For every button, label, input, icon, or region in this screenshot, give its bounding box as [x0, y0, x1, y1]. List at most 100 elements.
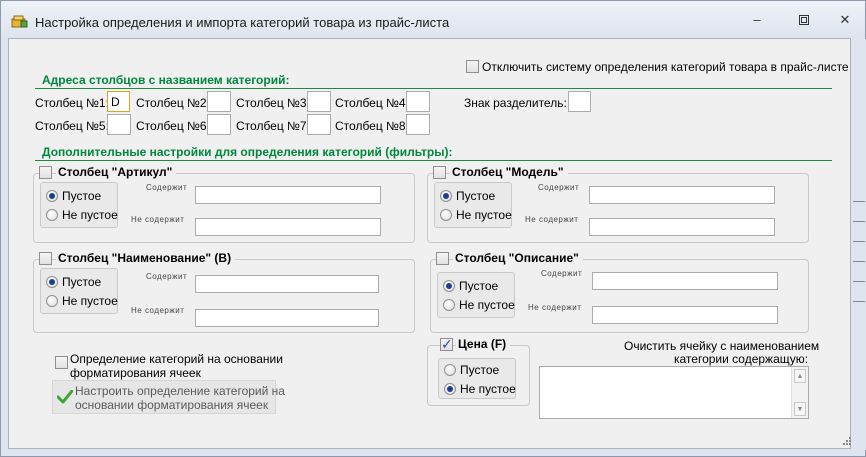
description-contains-label: Содержит: [541, 269, 583, 278]
description-empty-label: Пустое: [459, 279, 499, 293]
model-empty-label: Пустое: [456, 189, 496, 203]
resize-grip-icon[interactable]: [843, 437, 851, 445]
column-5-input[interactable]: [107, 114, 131, 135]
column-3-label: Столбец №3:: [236, 96, 310, 110]
column-1-label: Столбец №1:: [35, 96, 109, 110]
price-not-empty-label: Не пустое: [460, 382, 516, 396]
article-contains-label: Содержит: [146, 183, 188, 192]
name-not-empty-radio[interactable]: [46, 295, 58, 307]
model-filter-title: Столбец "Модель": [450, 165, 568, 179]
separator-input[interactable]: [568, 91, 591, 112]
column-7-input[interactable]: [307, 114, 331, 135]
name-contains-input[interactable]: [195, 275, 379, 293]
column-6-label: Столбец №6:: [136, 119, 210, 133]
column-3-input[interactable]: [307, 91, 331, 112]
article-empty-radio[interactable]: [46, 190, 58, 202]
frame-tick: [853, 301, 865, 302]
filters-section-header: Дополнительные настройки для определения…: [42, 145, 453, 159]
name-not-empty-label: Не пустое: [62, 294, 118, 308]
price-radio-group: Пустое Не пустое: [438, 358, 516, 399]
article-filter-title: Столбец "Артикул": [56, 165, 177, 179]
column-8-label: Столбец №8:: [335, 119, 409, 133]
price-filter-title: Цена (F): [456, 337, 511, 351]
frame-tick: [853, 261, 865, 262]
minimize-icon[interactable]: –: [748, 12, 766, 28]
name-filter-title: Столбец "Наименование" (B): [56, 251, 236, 265]
clear-cell-label-line1: Очистить ячейку с наименованием: [624, 339, 820, 353]
frame-tick: [853, 221, 865, 222]
formatting-checkbox[interactable]: [55, 356, 68, 369]
right-frame-strip: [852, 39, 866, 450]
article-not-contains-input[interactable]: [195, 218, 381, 236]
model-not-empty-radio[interactable]: [440, 209, 452, 221]
app-icon: [11, 15, 28, 28]
article-empty-label: Пустое: [62, 189, 102, 203]
column-1-input[interactable]: D: [107, 91, 130, 112]
columns-section-divider: [35, 88, 832, 89]
scroll-down-icon[interactable]: ▼: [794, 402, 806, 416]
name-not-contains-input[interactable]: [195, 309, 379, 327]
model-empty-radio[interactable]: [440, 190, 452, 202]
filters-section-divider: [35, 160, 832, 161]
article-not-contains-label: Не содержит: [131, 215, 185, 224]
column-6-input[interactable]: [207, 114, 231, 135]
model-not-contains-input[interactable]: [589, 218, 775, 236]
price-empty-label: Пустое: [460, 363, 500, 377]
article-not-empty-radio[interactable]: [46, 209, 58, 221]
title-bar[interactable]: Настройка определения и импорта категори…: [1, 1, 865, 39]
column-5-label: Столбец №5:: [35, 119, 109, 133]
column-4-label: Столбец №4:: [335, 96, 409, 110]
description-not-contains-label: Не содержит: [528, 303, 582, 312]
column-4-input[interactable]: [406, 91, 430, 112]
configure-formatting-line2: основании форматирования ячеек: [75, 398, 269, 412]
frame-tick: [853, 241, 865, 242]
model-not-empty-label: Не пустое: [456, 208, 512, 222]
restore-icon[interactable]: [795, 12, 813, 28]
description-not-contains-input[interactable]: [592, 306, 778, 324]
column-2-label: Столбец №2:: [136, 96, 210, 110]
clear-cell-textarea[interactable]: ▲ ▼: [539, 366, 809, 419]
close-icon[interactable]: ✕: [836, 12, 854, 28]
article-radio-group: Пустое Не пустое: [40, 182, 118, 228]
formatting-label-line1: Определение категорий на основании: [70, 352, 283, 366]
price-empty-radio[interactable]: [444, 364, 456, 376]
name-radio-group: Пустое Не пустое: [40, 268, 118, 314]
model-filter-checkbox[interactable]: [433, 166, 446, 179]
scroll-up-icon[interactable]: ▲: [794, 369, 806, 383]
model-contains-label: Содержит: [538, 183, 580, 192]
description-radio-group: Пустое Не пустое: [437, 272, 515, 318]
disable-system-checkbox[interactable]: [466, 60, 479, 73]
price-filter-checkbox[interactable]: [440, 336, 453, 353]
checkmark-icon: [57, 390, 73, 404]
name-filter-checkbox[interactable]: [39, 252, 52, 265]
article-contains-input[interactable]: [195, 186, 381, 204]
separator-label: Знак разделитель:: [464, 96, 567, 110]
name-contains-label: Содержит: [146, 272, 188, 281]
description-empty-radio[interactable]: [443, 280, 455, 292]
description-not-empty-label: Не пустое: [459, 298, 515, 312]
article-filter-checkbox[interactable]: [39, 166, 52, 179]
name-empty-radio[interactable]: [46, 276, 58, 288]
name-empty-label: Пустое: [62, 275, 102, 289]
column-1-value: D: [111, 95, 120, 109]
disable-system-label: Отключить систему определения категорий …: [482, 60, 849, 74]
columns-section-header: Адреса столбцов с названием категорий:: [42, 73, 290, 87]
dialog-client-area: Отключить систему определения категорий …: [8, 38, 851, 449]
description-not-empty-radio[interactable]: [443, 299, 455, 311]
model-radio-group: Пустое Не пустое: [434, 182, 512, 228]
column-8-input[interactable]: [406, 114, 430, 135]
configure-formatting-line1: Настроить определение категорий на: [75, 384, 285, 398]
window-title: Настройка определения и импорта категори…: [35, 15, 450, 30]
model-not-contains-label: Не содержит: [525, 215, 579, 224]
article-not-empty-label: Не пустое: [62, 208, 118, 222]
description-contains-input[interactable]: [592, 272, 778, 290]
column-7-label: Столбец №7:: [236, 119, 310, 133]
price-not-empty-radio[interactable]: [444, 383, 456, 395]
description-filter-checkbox[interactable]: [436, 252, 449, 265]
description-filter-title: Столбец "Описание": [453, 251, 583, 265]
column-2-input[interactable]: [207, 91, 231, 112]
model-contains-input[interactable]: [589, 186, 775, 204]
configure-formatting-button[interactable]: Настроить определение категорий на основ…: [52, 380, 285, 414]
frame-tick: [853, 201, 865, 202]
clear-cell-scrollbar[interactable]: ▲ ▼: [791, 367, 808, 418]
